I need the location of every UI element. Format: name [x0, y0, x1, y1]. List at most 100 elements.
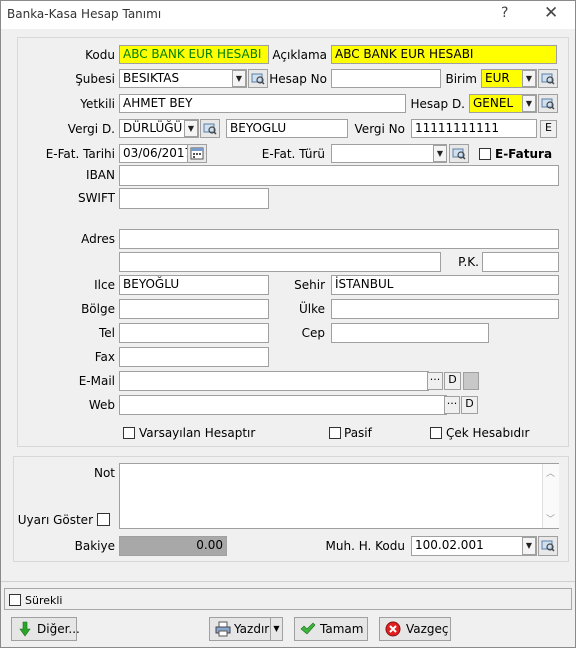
varsayilan-checkbox[interactable]	[123, 427, 135, 439]
email-browse-button[interactable]: ···	[427, 372, 443, 390]
sehir-input[interactable]: İSTANBUL	[331, 275, 559, 295]
vazgec-button[interactable]: Vazgeç	[379, 617, 451, 641]
varsayilan-label: Varsayılan Hesaptır	[139, 426, 256, 440]
subesi-label: Şubesi	[75, 72, 115, 86]
adres-input-1[interactable]	[119, 229, 559, 249]
vergi-d-name-input[interactable]: BEYOGLU	[226, 119, 348, 138]
pasif-label: Pasif	[344, 426, 372, 440]
lookup-icon[interactable]	[538, 536, 558, 556]
efatura-checkbox[interactable]	[479, 148, 491, 160]
surekli-label: Sürekli	[25, 594, 63, 607]
muh-kodu-label: Muh. H. Kodu	[325, 539, 405, 553]
uyari-checkbox[interactable]	[97, 513, 110, 526]
ulke-label: Ülke	[298, 302, 325, 316]
bakiye-value: 0.00	[119, 536, 227, 556]
lookup-icon[interactable]	[538, 94, 558, 113]
tel-label: Tel	[98, 326, 115, 340]
help-button[interactable]: ?	[501, 5, 508, 21]
scroll-up-icon[interactable]: ︿	[546, 466, 555, 479]
web-label: Web	[88, 398, 115, 412]
close-button[interactable]: ✕	[544, 3, 558, 23]
uyari-label: Uyarı Göster	[17, 513, 93, 527]
cep-input[interactable]	[331, 323, 489, 343]
surekli-strip	[4, 588, 572, 610]
lookup-icon[interactable]	[538, 69, 558, 88]
adres-input-2[interactable]	[119, 252, 441, 272]
aciklama-input[interactable]: ABC BANK EUR HESABI	[331, 45, 557, 64]
chevron-down-icon[interactable]: ▼	[522, 95, 536, 112]
not-label: Not	[93, 466, 115, 480]
sehir-label: Sehir	[294, 278, 325, 292]
web-input[interactable]	[119, 395, 447, 415]
swift-label: SWIFT	[77, 191, 115, 205]
tel-input[interactable]	[119, 323, 269, 343]
dialog-window: Banka-Kasa Hesap Tanımı ? ✕ Kodu ABC BAN…	[0, 0, 576, 648]
printer-icon	[215, 621, 231, 637]
diger-label: Diğer...	[37, 622, 80, 636]
pk-input[interactable]	[482, 252, 559, 272]
efat-tarihi-label: E-Fat. Tarihi	[45, 147, 115, 161]
chevron-down-icon[interactable]: ▼	[184, 120, 198, 137]
web-browse-button[interactable]: ···	[444, 396, 460, 414]
yetkili-label: Yetkili	[80, 97, 115, 111]
tamam-button[interactable]: Tamam	[294, 617, 368, 641]
web-d-button[interactable]: D	[461, 396, 478, 414]
pk-label: P.K.	[458, 255, 479, 269]
adres-label: Adres	[81, 232, 115, 246]
yazdir-dropdown-button[interactable]: ▼	[270, 617, 283, 641]
cep-label: Cep	[301, 326, 325, 340]
surekli-checkbox[interactable]	[9, 594, 21, 606]
red-x-icon	[385, 621, 401, 637]
kodu-input[interactable]: ABC BANK EUR HESABI	[119, 45, 269, 64]
window-title: Banka-Kasa Hesap Tanımı	[7, 7, 162, 21]
lookup-icon[interactable]	[200, 119, 220, 138]
efatura-label: E-Fatura	[495, 147, 553, 161]
yazdir-button[interactable]: Yazdır	[209, 617, 271, 641]
ilce-label: Ilce	[94, 278, 115, 292]
hesap-d-label: Hesap D.	[410, 97, 466, 111]
chevron-down-icon[interactable]: ▼	[433, 145, 447, 162]
bolge-label: Bölge	[81, 302, 115, 316]
ilce-input[interactable]: BEYOĞLU	[119, 275, 269, 295]
hesap-no-input[interactable]	[331, 69, 441, 88]
fax-input[interactable]	[119, 347, 269, 367]
vergi-no-label: Vergi No	[354, 122, 405, 136]
email-input[interactable]	[119, 371, 429, 391]
kodu-label: Kodu	[85, 48, 115, 62]
efat-tarihi-input[interactable]: 03/06/2017	[119, 144, 189, 163]
pasif-checkbox[interactable]	[329, 427, 341, 439]
not-scrollbar[interactable]: ︿ ﹀	[542, 464, 559, 528]
bolge-input[interactable]	[119, 299, 269, 319]
muh-kodu-select[interactable]: 100.02.001	[411, 536, 537, 556]
email-d-button[interactable]: D	[444, 372, 461, 390]
title-bar: Banka-Kasa Hesap Tanımı ? ✕	[1, 1, 575, 29]
ulke-input[interactable]	[331, 299, 559, 319]
efat-turu-select[interactable]	[331, 144, 447, 163]
birim-label: Birim	[445, 72, 477, 86]
efat-turu-label: E-Fat. Türü	[261, 147, 325, 161]
calendar-icon[interactable]	[187, 144, 207, 163]
chevron-down-icon[interactable]: ▼	[522, 70, 536, 87]
not-textarea[interactable]	[119, 463, 559, 529]
swift-input[interactable]	[119, 188, 269, 209]
divider	[1, 581, 575, 582]
yetkili-input[interactable]: AHMET BEY	[119, 94, 406, 113]
green-check-icon	[300, 622, 316, 635]
vergi-no-input[interactable]: 11111111111	[411, 119, 537, 138]
fax-label: Fax	[94, 350, 115, 364]
lookup-icon[interactable]	[449, 144, 469, 163]
e-button[interactable]: E	[540, 120, 557, 138]
iban-input[interactable]	[119, 165, 559, 186]
aciklama-label: Açıklama	[272, 48, 327, 62]
vazgec-label: Vazgeç	[406, 622, 449, 636]
cek-label: Çek Hesabıdır	[446, 426, 530, 440]
chevron-down-icon[interactable]: ▼	[232, 70, 246, 87]
cek-checkbox[interactable]	[430, 427, 442, 439]
diger-button[interactable]: Diğer...	[11, 617, 80, 641]
subesi-select[interactable]: BESIKTAS	[119, 69, 247, 88]
email-extra-button[interactable]	[463, 372, 479, 390]
chevron-down-icon[interactable]: ▼	[522, 537, 536, 555]
scroll-down-icon[interactable]: ﹀	[546, 512, 555, 525]
green-down-arrow-icon	[19, 621, 31, 637]
email-label: E-Mail	[78, 374, 115, 388]
